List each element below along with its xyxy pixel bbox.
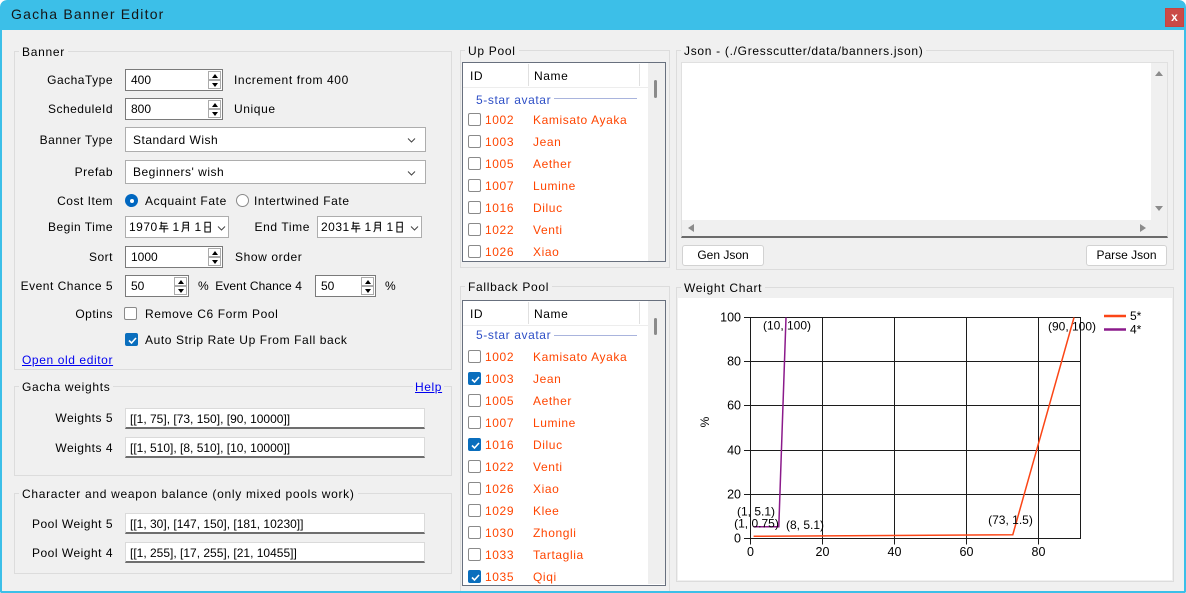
svg-text:(90, 100): (90, 100) <box>1048 320 1096 334</box>
svg-text:4*: 4* <box>1130 323 1142 337</box>
svg-text:%: % <box>698 416 712 427</box>
svg-text:(8, 5.1): (8, 5.1) <box>786 518 824 532</box>
svg-text:0: 0 <box>734 532 741 546</box>
svg-text:(73, 1.5): (73, 1.5) <box>988 513 1033 527</box>
svg-text:80: 80 <box>727 355 741 369</box>
svg-text:100: 100 <box>720 311 741 325</box>
svg-text:40: 40 <box>727 444 741 458</box>
svg-text:40: 40 <box>888 545 902 559</box>
svg-text:20: 20 <box>727 488 741 502</box>
svg-text:(1, 0.75): (1, 0.75) <box>734 517 779 531</box>
svg-text:60: 60 <box>960 545 974 559</box>
svg-text:80: 80 <box>1032 545 1046 559</box>
svg-text:5*: 5* <box>1130 309 1142 323</box>
svg-text:20: 20 <box>816 545 830 559</box>
svg-text:(10, 100): (10, 100) <box>763 319 811 333</box>
svg-text:60: 60 <box>727 399 741 413</box>
svg-text:0: 0 <box>747 545 754 559</box>
